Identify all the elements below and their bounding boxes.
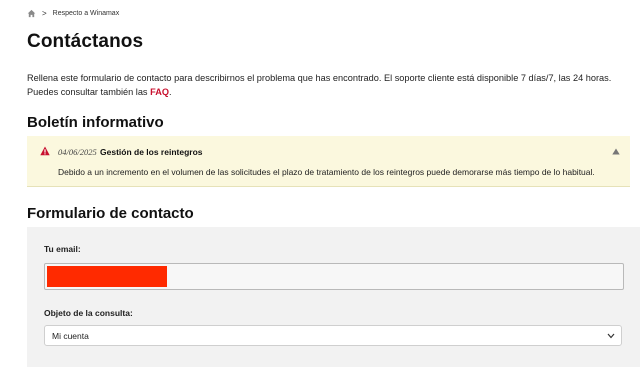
notice-title: Gestión de los reintegros (100, 147, 203, 157)
email-label: Tu email: (44, 244, 81, 254)
contact-form-heading: Formulario de contacto (27, 205, 194, 222)
intro-end: . (168, 87, 172, 97)
email-field[interactable] (44, 263, 624, 290)
chevron-down-icon (607, 333, 615, 339)
subject-select[interactable]: Mi cuenta (44, 325, 622, 346)
newsletter-heading: Boletín informativo (27, 114, 164, 131)
home-icon[interactable] (27, 9, 36, 18)
collapse-icon[interactable] (612, 148, 620, 155)
breadcrumb-separator: > (42, 9, 47, 18)
intro-body: Rellena este formulario de contacto para… (27, 73, 612, 97)
notice-body: Debido a un incremento en el volumen de … (58, 167, 595, 177)
notice-date: 04/06/2025 (58, 147, 97, 157)
breadcrumb-current[interactable]: Respecto a Winamax (53, 10, 120, 17)
faq-link[interactable]: FAQ (150, 87, 169, 97)
contact-form: Tu email: Objeto de la consulta: Mi cuen… (27, 227, 640, 367)
intro-text: Rellena este formulario de contacto para… (27, 71, 632, 99)
page-title: Contáctanos (27, 31, 144, 52)
breadcrumb: > Respecto a Winamax (27, 9, 119, 18)
subject-label: Objeto de la consulta: (44, 308, 133, 318)
warning-icon (40, 146, 50, 156)
redaction-block (47, 266, 167, 287)
subject-select-value: Mi cuenta (52, 330, 89, 341)
newsletter-notice: 04/06/2025 Gestión de los reintegros Deb… (27, 136, 630, 187)
